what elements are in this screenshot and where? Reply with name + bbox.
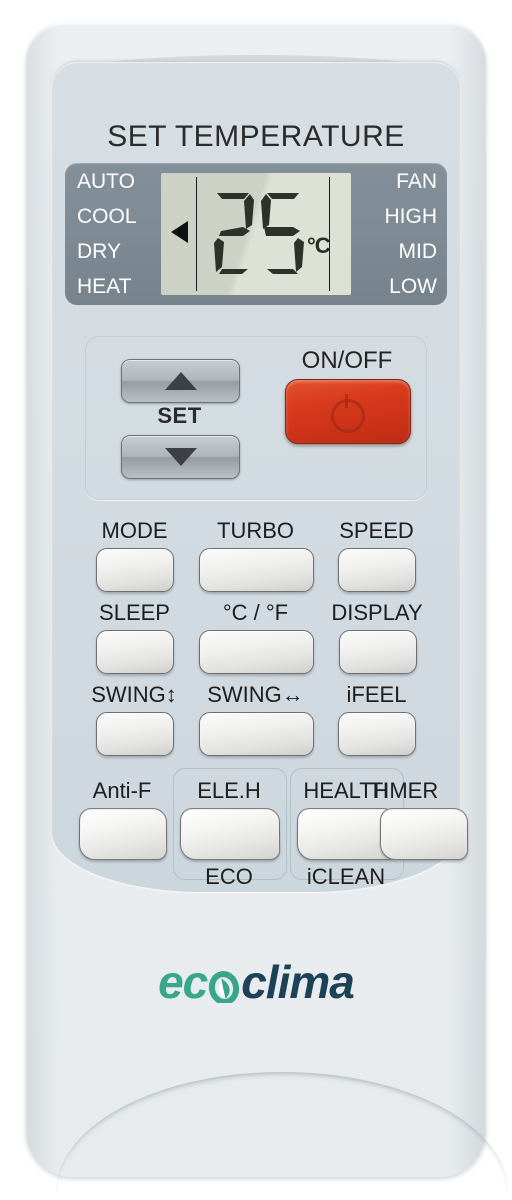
- body-bottom-seam: [56, 1072, 508, 1192]
- ifeel-button[interactable]: [338, 712, 416, 756]
- mode-label-heat: HEAT: [77, 275, 132, 298]
- swing-horizontal-button[interactable]: [199, 712, 314, 756]
- fan-label-low: LOW: [389, 275, 437, 298]
- label-mode: MODE: [101, 518, 168, 543]
- label-sleep: SLEEP: [99, 600, 170, 625]
- button-cell-swing-vertical: SWING↕: [74, 682, 194, 758]
- button-cell-sleep: SLEEP: [78, 600, 191, 676]
- power-icon: [331, 393, 365, 433]
- anti-f-button[interactable]: [78, 808, 168, 861]
- button-cell-display: DISPLAY: [318, 600, 436, 676]
- lcd-screen: °C: [161, 173, 351, 295]
- speed-button[interactable]: [338, 548, 416, 592]
- ele-h-eco-button[interactable]: [179, 808, 281, 861]
- mode-label-dry: DRY: [77, 240, 121, 263]
- label-swing-vertical: SWING↕: [91, 682, 177, 707]
- mode-label-auto: AUTO: [77, 170, 135, 193]
- sleep-button[interactable]: [96, 630, 174, 674]
- onoff-label: ON/OFF: [301, 347, 393, 374]
- label-anti-f: Anti-F: [92, 778, 152, 803]
- logo-text-eco: ec: [158, 956, 208, 1008]
- label-ele-h: ELE.H: [197, 778, 261, 803]
- temperature-value: [214, 193, 304, 274]
- logo-text-clima: clima: [241, 956, 355, 1008]
- fan-label-column: FAN HIGH MID LOW: [353, 171, 439, 297]
- display-button[interactable]: [339, 630, 417, 674]
- button-cell-mode: MODE: [78, 518, 191, 594]
- set-label: SET: [157, 403, 202, 428]
- button-cell-swing-horizontal: SWING↔: [199, 682, 314, 758]
- button-cell-anti-f: Anti-F: [74, 778, 170, 886]
- triangle-up-icon: [164, 372, 197, 390]
- fan-label-high: HIGH: [384, 205, 438, 228]
- mode-button[interactable]: [96, 548, 174, 592]
- button-cell-ele-h-eco: ELE.H ECO: [176, 778, 282, 898]
- button-cell-ifeel: iFEEL: [320, 682, 433, 758]
- label-celsius-fahrenheit: °C / °F: [222, 600, 289, 625]
- button-cell-timer: TIMER: [330, 778, 469, 886]
- swing-vertical-button[interactable]: [96, 712, 174, 756]
- button-cell-speed: SPEED: [320, 518, 433, 594]
- fan-label-fan: FAN: [396, 170, 437, 193]
- mode-label-cool: COOL: [77, 205, 137, 228]
- logo-leaf-o-icon: [207, 960, 241, 1005]
- temperature-unit: °C: [307, 233, 331, 258]
- label-eco: ECO: [205, 864, 253, 889]
- label-speed: SPEED: [339, 518, 414, 543]
- brand-logo: ec clima: [52, 955, 460, 1009]
- mode-indicator-arrow-icon: [171, 221, 188, 243]
- onoff-button[interactable]: [285, 379, 411, 444]
- label-turbo: TURBO: [217, 518, 294, 543]
- set-onoff-group: SET ON/OFF: [85, 336, 427, 500]
- temperature-up-button[interactable]: [121, 359, 240, 403]
- turbo-button[interactable]: [199, 548, 314, 592]
- button-cell-celsius-fahrenheit: °C / °F: [199, 600, 314, 676]
- temperature-down-button[interactable]: [121, 435, 240, 479]
- celsius-fahrenheit-button[interactable]: [199, 630, 314, 674]
- lcd-display: AUTO COOL DRY HEAT FAN HIGH MID LOW °C: [65, 163, 447, 305]
- label-timer: TIMER: [369, 778, 439, 803]
- triangle-down-icon: [164, 448, 197, 466]
- mode-label-column: AUTO COOL DRY HEAT: [73, 171, 161, 297]
- label-swing-horizontal: SWING↔: [207, 682, 304, 707]
- lcd-divider-left-icon: [196, 177, 197, 291]
- timer-button[interactable]: [379, 808, 469, 861]
- page-title: SET TEMPERATURE: [107, 120, 405, 153]
- label-display: DISPLAY: [331, 600, 423, 625]
- button-cell-turbo: TURBO: [199, 518, 314, 594]
- label-ifeel: iFEEL: [346, 682, 407, 707]
- fan-label-mid: MID: [398, 240, 438, 263]
